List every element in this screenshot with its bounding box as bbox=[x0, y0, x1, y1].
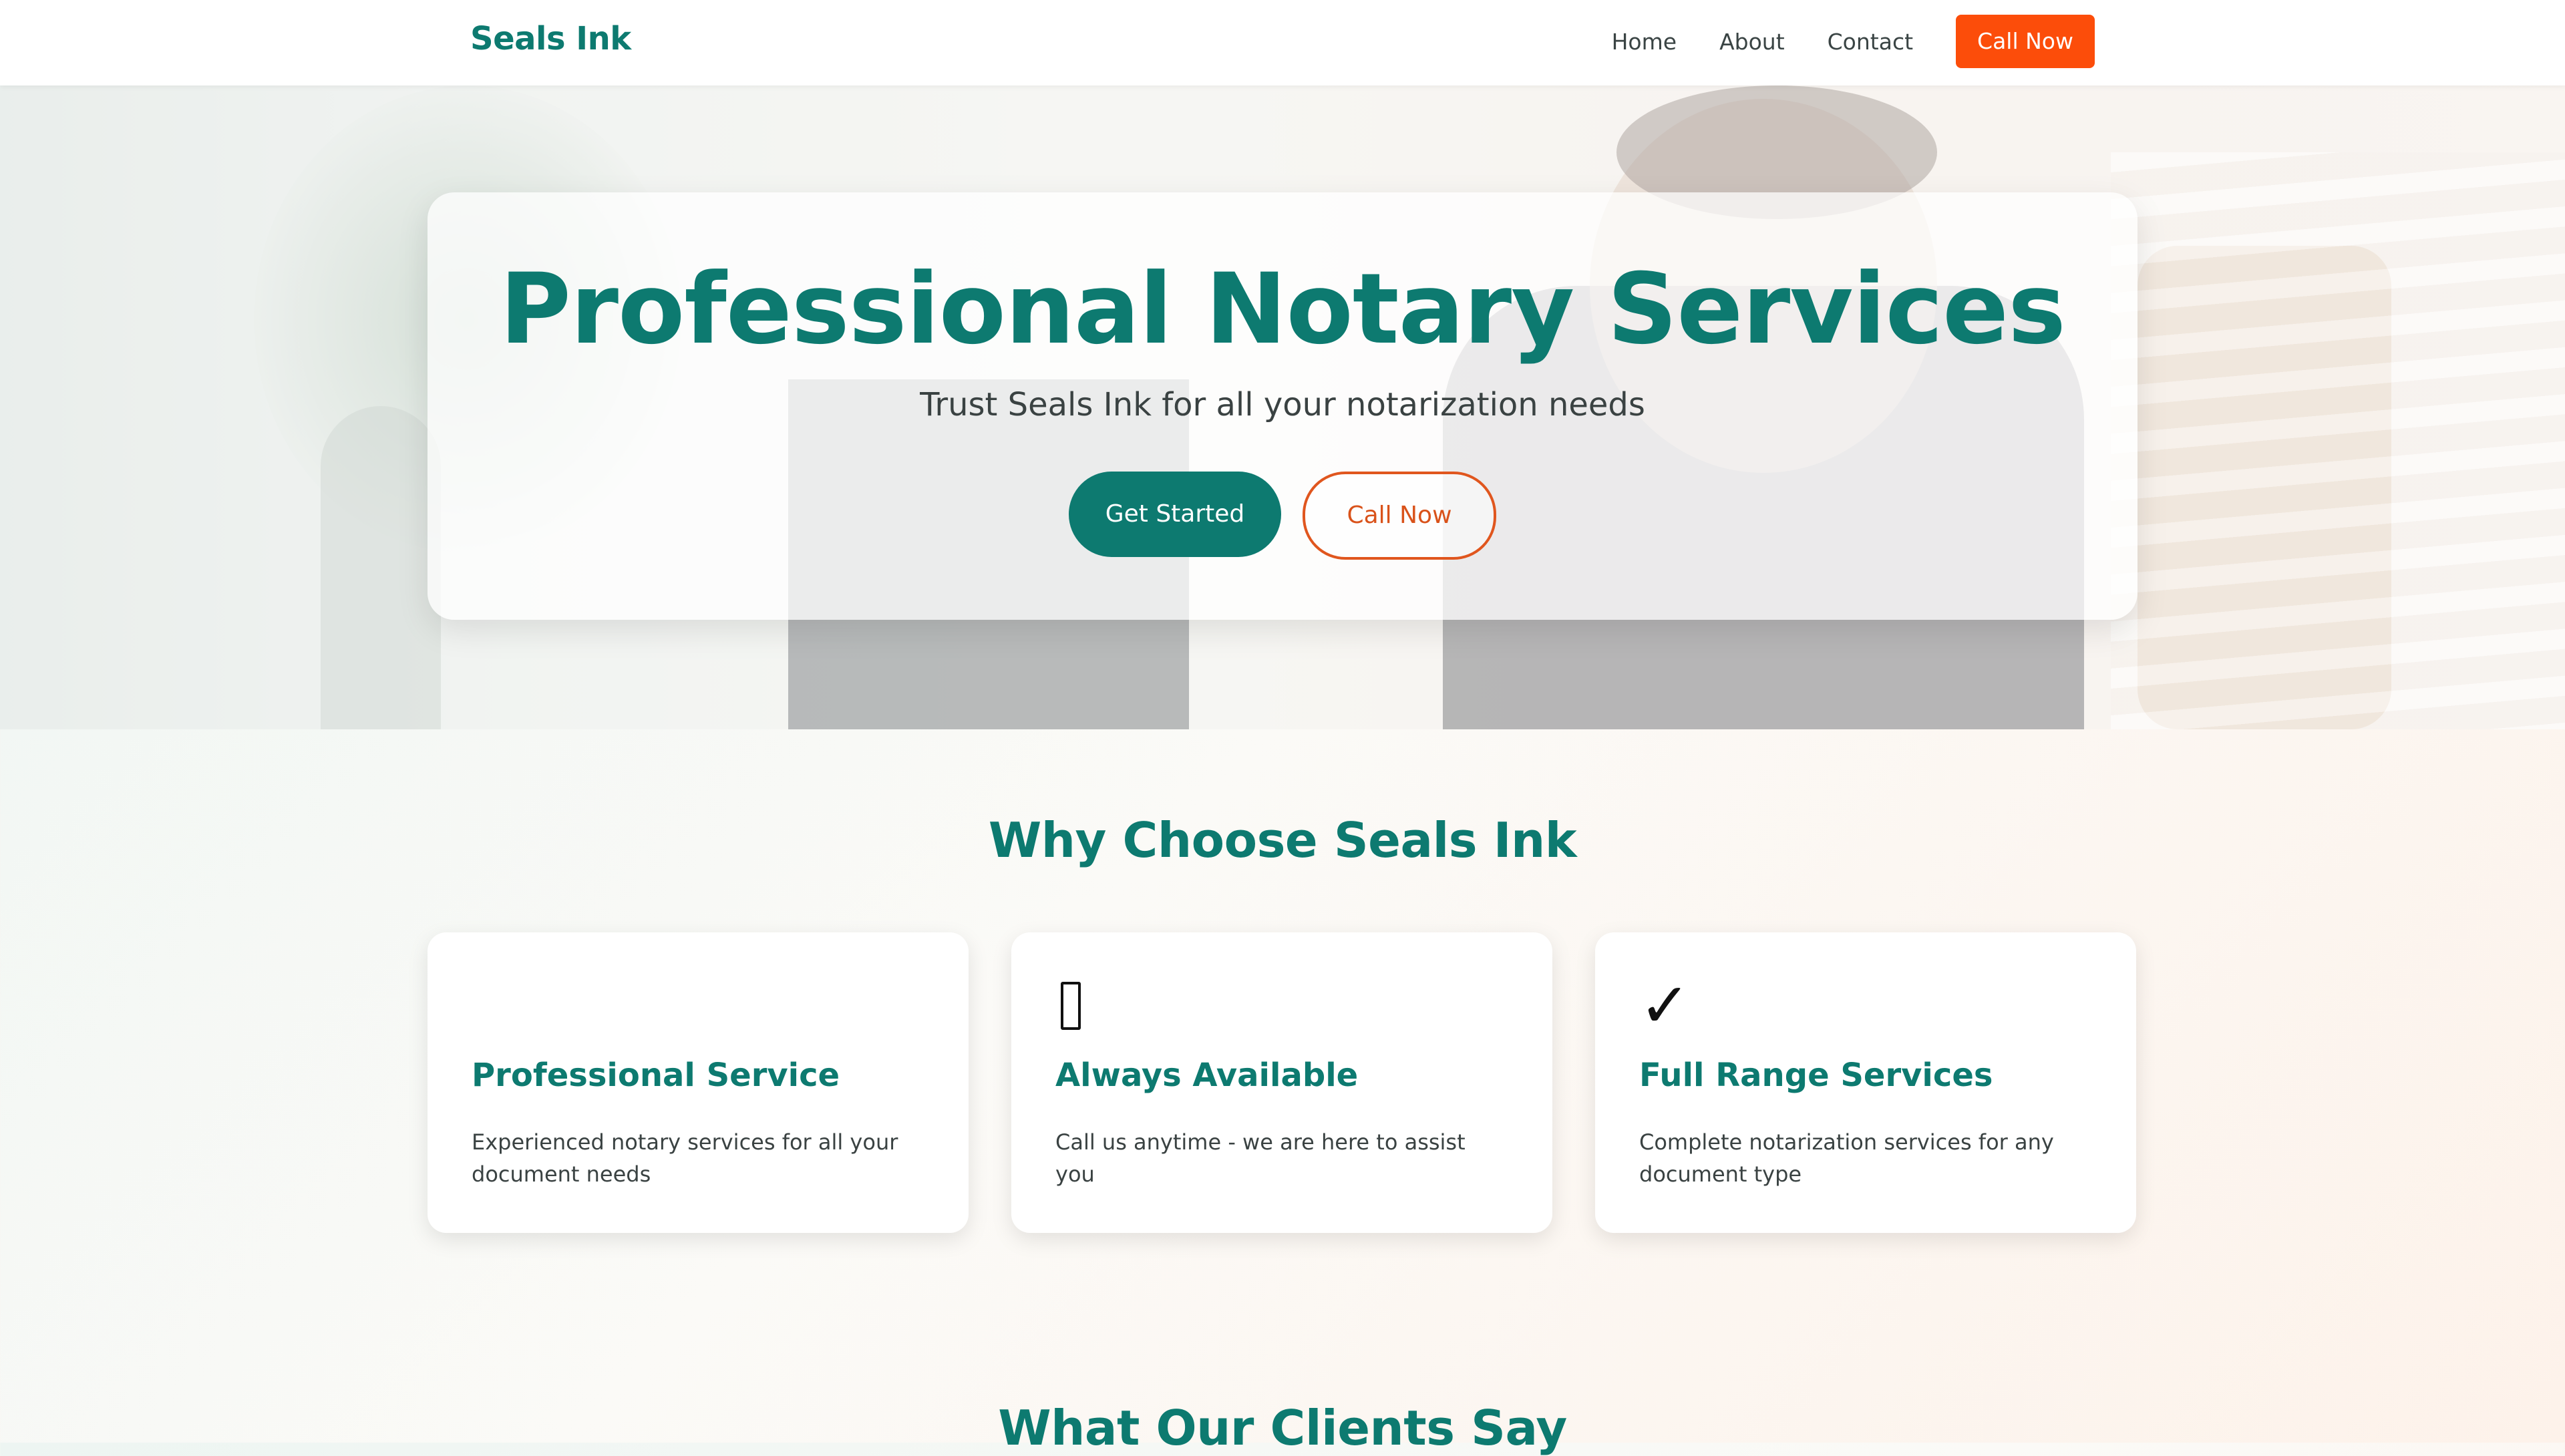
feature-card-full-range: ✓ Full Range Services Complete notarizat… bbox=[1595, 932, 2136, 1233]
features-title: Why Choose Seals Ink bbox=[988, 812, 1577, 868]
nav-home-link[interactable]: Home bbox=[1612, 29, 1677, 55]
feature-description: Call us anytime - we are here to assist … bbox=[1055, 1129, 1466, 1187]
feature-card-available: Always Available Call us anytime - we ar… bbox=[1011, 932, 1552, 1233]
testimonials-title: What Our Clients Say bbox=[998, 1400, 1567, 1456]
phone-icon bbox=[1055, 972, 1122, 1039]
feature-title: Always Available bbox=[1055, 1057, 1359, 1094]
hero-title: Professional Notary Services bbox=[499, 252, 2066, 366]
feature-description: Complete notarization services for any d… bbox=[1639, 1129, 2054, 1187]
nav-links: Home About Contact Call Now bbox=[1612, 15, 2095, 68]
hero-call-now-button[interactable]: Call Now bbox=[1303, 472, 1496, 560]
feature-description: Experienced notary services for all your… bbox=[472, 1129, 898, 1187]
hero-section: Professional Notary Services Trust Seals… bbox=[0, 85, 2565, 729]
hero-buttons: Get Started Call Now bbox=[428, 472, 2138, 560]
nav-call-now-button[interactable]: Call Now bbox=[1956, 15, 2095, 68]
get-started-button[interactable]: Get Started bbox=[1069, 472, 1281, 557]
blank-icon bbox=[472, 972, 538, 1039]
checkmark-icon: ✓ bbox=[1639, 970, 1691, 1041]
hero-subtitle: Trust Seals Ink for all your notarizatio… bbox=[920, 386, 1645, 423]
feature-title: Full Range Services bbox=[1639, 1057, 1993, 1094]
features-grid: Professional Service Experienced notary … bbox=[428, 932, 2138, 1233]
hero-card: Professional Notary Services Trust Seals… bbox=[428, 192, 2138, 620]
feature-card-professional: Professional Service Experienced notary … bbox=[428, 932, 969, 1233]
feature-title: Professional Service bbox=[472, 1057, 840, 1094]
brand-logo[interactable]: Seals Ink bbox=[470, 20, 631, 57]
nav-about-link[interactable]: About bbox=[1719, 29, 1785, 55]
top-navbar: Seals Ink Home About Contact Call Now bbox=[0, 0, 2565, 85]
nav-contact-link[interactable]: Contact bbox=[1828, 29, 1913, 55]
